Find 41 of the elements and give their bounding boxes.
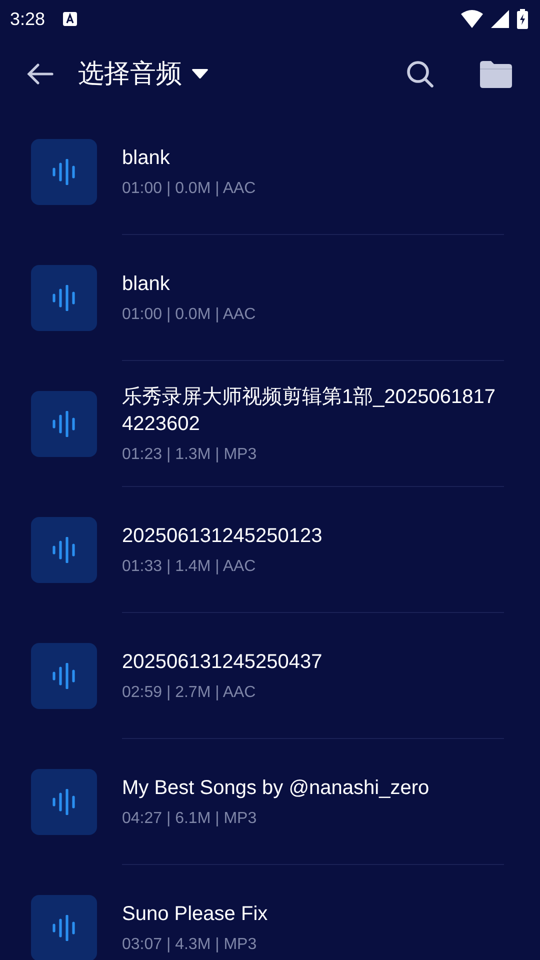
wifi-icon [461,10,483,28]
search-icon [406,60,434,88]
file-details: 01:00 | 0.0M | AAC [122,180,256,198]
search-button[interactable] [406,60,434,88]
sound-wave-icon [52,284,76,310]
back-arrow-icon [26,62,54,86]
audio-file-item[interactable]: Suno Please Fix 03:07 | 4.3M | MP3 [122,865,504,960]
audio-file-item[interactable]: My Best Songs by @nanashi_zero 04:27 | 6.1M | MP3 [122,739,504,865]
caret-icon [192,68,208,78]
audio-file-item[interactable]: 202506131245250437 02:59 | 2.7M | AAC [122,613,504,739]
folder-icon [480,60,512,88]
sound-wave-icon [52,788,76,814]
sound-wave-icon [52,536,76,562]
file-name: 202506131245250437 [122,650,322,675]
audio-file-item[interactable]: blank 01:00 | 0.0M | AAC [122,235,504,361]
sound-wave-icon [52,410,76,436]
sound-wave-icon [52,158,76,184]
back-button[interactable] [26,62,54,86]
folder-button[interactable] [480,60,512,88]
file-details: 01:00 | 0.0M | AAC [122,306,256,324]
sound-wave-icon [52,662,76,688]
signal-icon [491,10,509,28]
file-details: 03:07 | 4.3M | MP3 [122,936,258,954]
file-details: 02:59 | 2.7M | AAC [122,684,257,702]
file-details: 01:33 | 1.4M | AAC [122,558,257,576]
title-dropdown[interactable]: 选择音频 [78,56,208,91]
keyboard-app-icon [63,12,78,26]
audio-file-item[interactable]: blank 01:00 | 0.0M | AAC [122,109,504,235]
file-details: 04:27 | 6.1M | MP3 [122,810,258,828]
file-name: 乐秀录屏大师视频剪辑第1部_20250618174223602 [122,384,496,436]
status-time: 3:28 [10,8,46,30]
file-details: 01:23 | 1.3M | MP3 [122,446,258,464]
file-name: 202506131245250123 [122,524,322,549]
audio-file-item[interactable]: 202506131245250123 01:33 | 1.4M | AAC [122,487,504,613]
file-name: blank [122,272,171,297]
audio-file-item[interactable]: 乐秀录屏大师视频剪辑第1部_20250618174223602 01:23 | 1.3M | MP3 [122,361,504,487]
file-name: blank [122,146,171,171]
sound-wave-icon [52,914,76,940]
file-name: My Best Songs by @nanashi_zero [122,776,430,801]
file-name: Suno Please Fix [122,902,268,927]
battery-icon [517,9,528,29]
